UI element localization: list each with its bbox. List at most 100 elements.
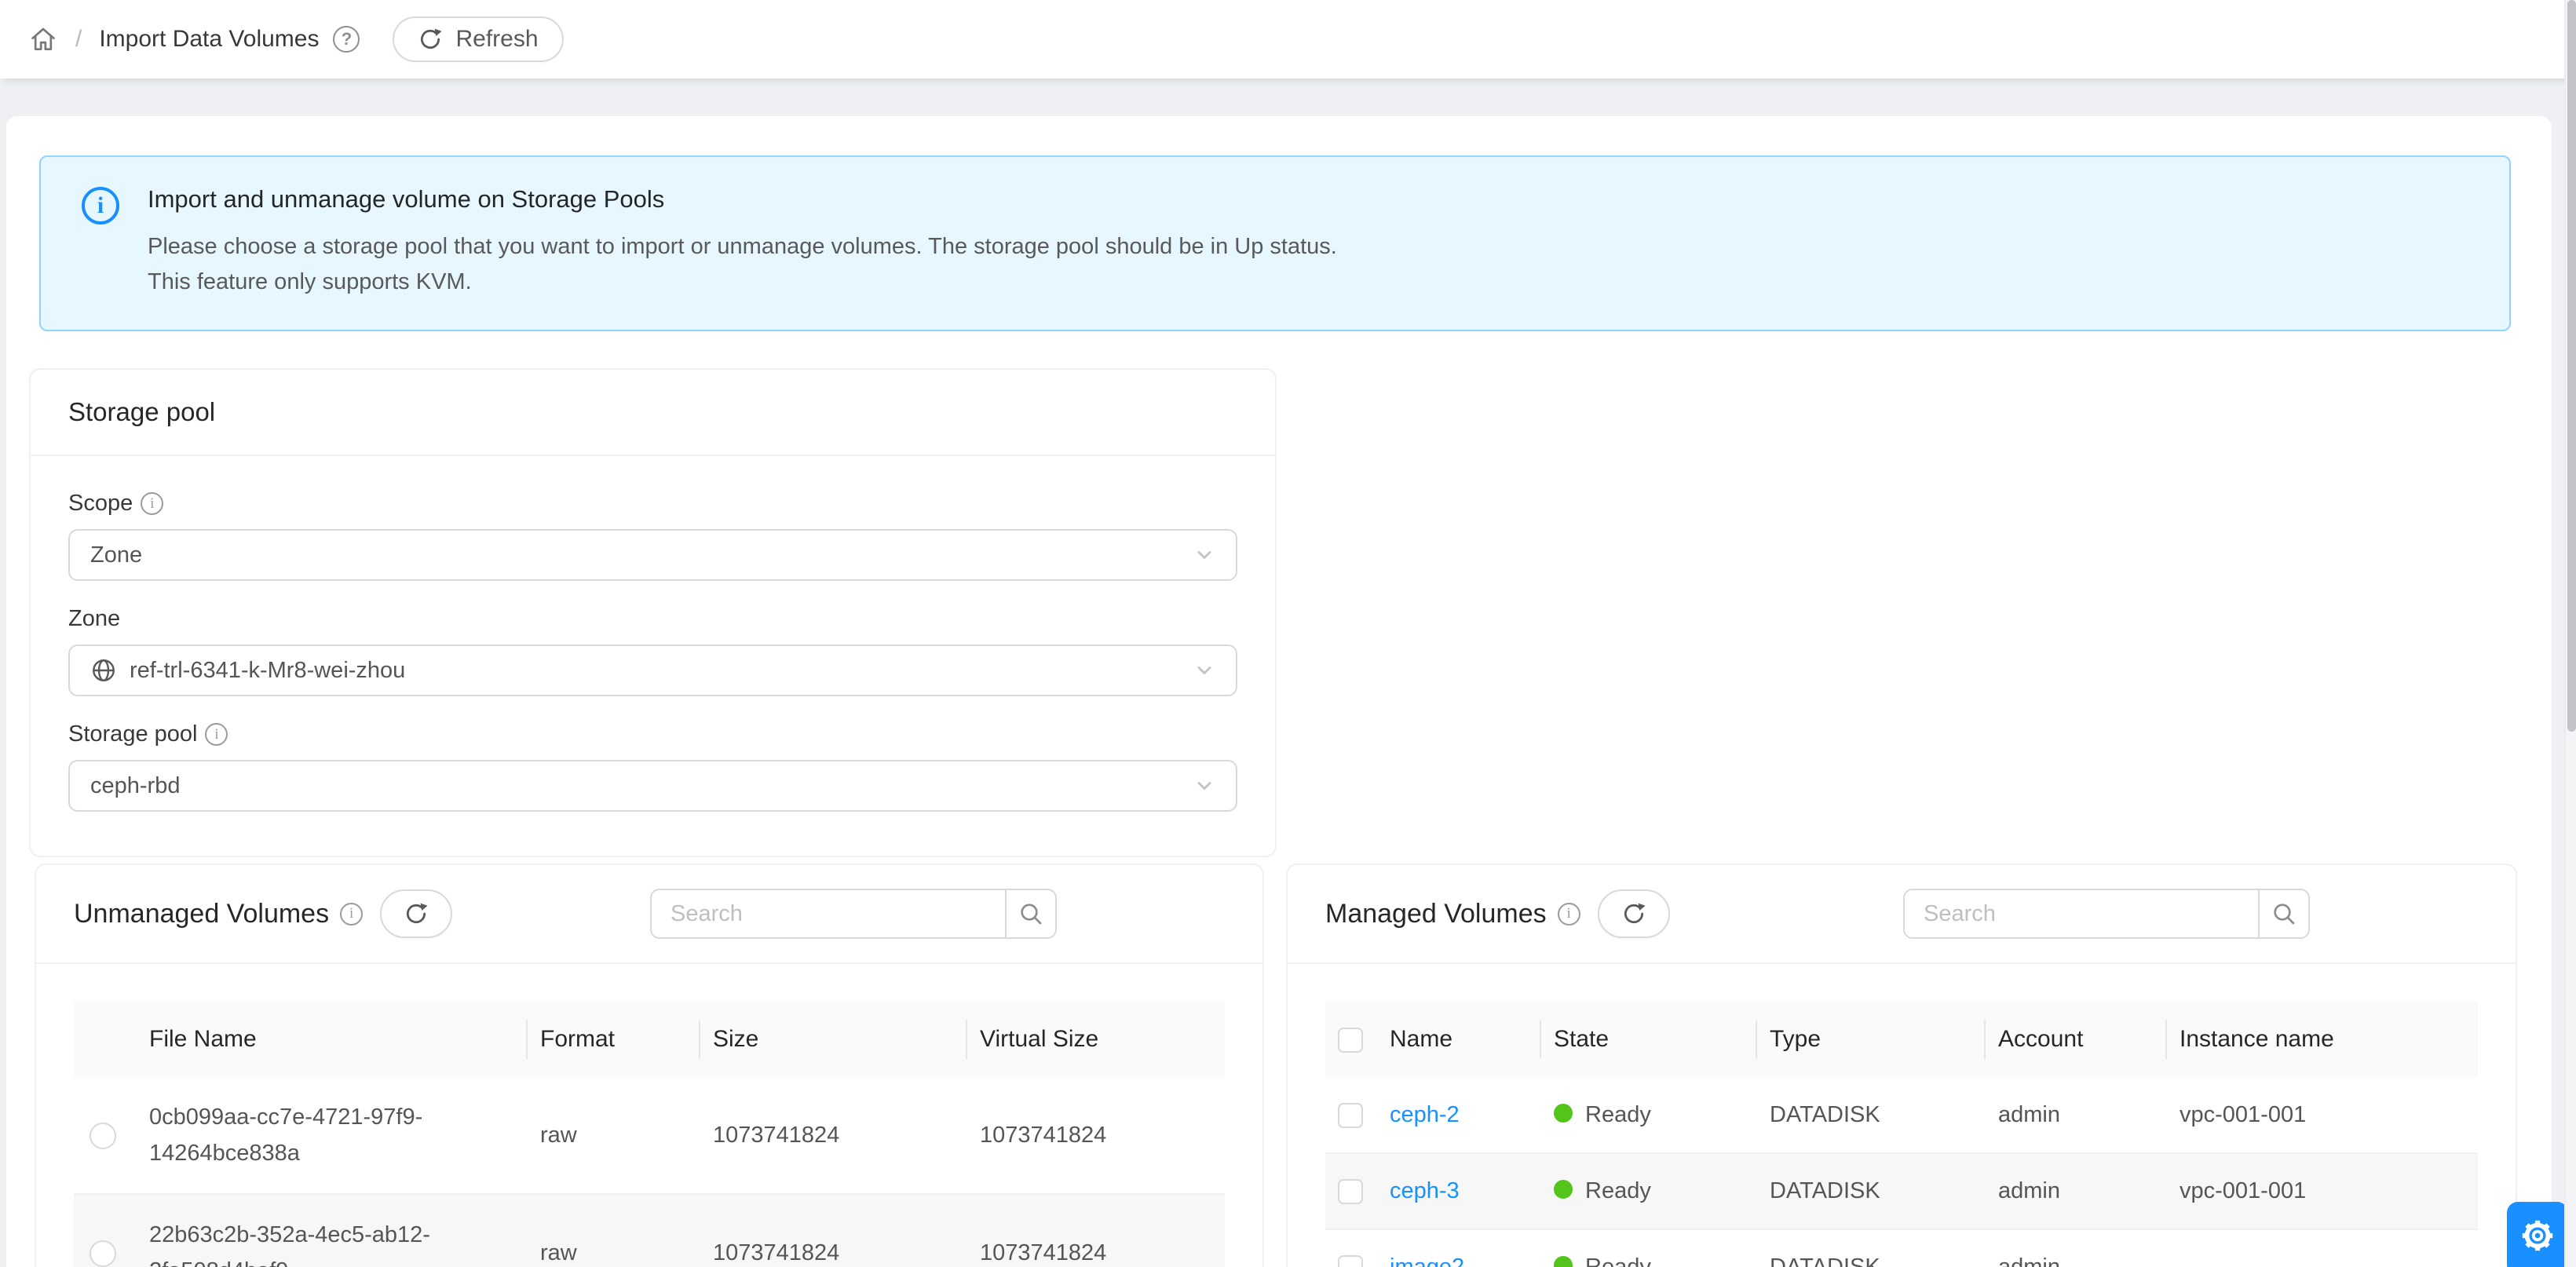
- unmanaged-search-button[interactable]: [1005, 889, 1057, 939]
- managed-refresh-button[interactable]: [1598, 889, 1670, 938]
- state-label: Ready: [1585, 1254, 1651, 1267]
- table-header-row: Name State Type Account Instance name: [1325, 1002, 2478, 1077]
- cell-file-name: 22b63c2b-352a-4ec5-ab12-2fa508d4baf9: [137, 1194, 528, 1267]
- pool-info-icon[interactable]: [205, 723, 228, 746]
- column-header-account: Account: [1986, 1002, 2167, 1077]
- unmanaged-search-input[interactable]: [650, 889, 1007, 939]
- scope-info-icon[interactable]: [141, 492, 163, 515]
- search-icon: [2271, 901, 2296, 926]
- storage-pool-card-title: Storage pool: [31, 370, 1275, 456]
- column-header-format: Format: [528, 1002, 700, 1077]
- cell-virtual-size: 1073741824: [967, 1194, 1225, 1267]
- radio-column-header: [74, 1002, 137, 1077]
- managed-volumes-card: Managed Volumes: [1286, 864, 2517, 1267]
- column-header-virtual-size: Virtual Size: [967, 1002, 1225, 1077]
- volumes-sections: Unmanaged Volumes: [35, 864, 2552, 1267]
- info-alert-description: Please choose a storage pool that you wa…: [148, 229, 1337, 300]
- managed-volumes-body: Name State Type Account Instance name ce…: [1288, 1002, 2516, 1267]
- select-all-column-header: [1325, 1002, 1377, 1077]
- managed-search-group: [1903, 889, 2310, 939]
- state-label: Ready: [1585, 1102, 1651, 1127]
- unmanaged-volumes-card: Unmanaged Volumes: [35, 864, 1264, 1267]
- home-icon[interactable]: [28, 24, 58, 54]
- pool-label-row: Storage pool: [68, 721, 1237, 747]
- status-dot-ready: [1554, 1180, 1573, 1199]
- row-checkbox[interactable]: [1338, 1255, 1363, 1267]
- table-row: 22b63c2b-352a-4ec5-ab12-2fa508d4baf9 raw…: [74, 1194, 1225, 1267]
- managed-volumes-table: Name State Type Account Instance name ce…: [1325, 1002, 2478, 1267]
- status-dot-ready: [1554, 1256, 1573, 1267]
- cell-virtual-size: 1073741824: [967, 1077, 1225, 1194]
- chevron-down-icon: [1193, 544, 1215, 566]
- pool-select[interactable]: ceph-rbd: [68, 760, 1237, 812]
- cell-instance-name: [2167, 1229, 2478, 1267]
- scope-label-row: Scope: [68, 491, 1237, 517]
- select-all-checkbox[interactable]: [1338, 1028, 1363, 1053]
- cell-state: Ready: [1541, 1229, 1757, 1267]
- cell-type: DATADISK: [1757, 1153, 1986, 1229]
- cell-format: raw: [528, 1077, 700, 1194]
- storage-pool-card-body: Scope Zone Zone: [31, 456, 1275, 856]
- cell-size: 1073741824: [700, 1077, 967, 1194]
- status-dot-ready: [1554, 1104, 1573, 1123]
- unmanaged-info-icon[interactable]: [340, 903, 363, 926]
- table-row: image2 Ready DATADISK admin: [1325, 1229, 2478, 1267]
- pool-select-value: ceph-rbd: [90, 773, 180, 799]
- column-header-name: Name: [1377, 1002, 1541, 1077]
- zone-select[interactable]: ref-trl-6341-k-Mr8-wei-zhou: [68, 644, 1237, 696]
- help-icon[interactable]: [333, 26, 360, 53]
- volume-name-link[interactable]: image2: [1390, 1254, 1464, 1267]
- cell-type: DATADISK: [1757, 1077, 1986, 1153]
- unmanaged-search-group: [650, 889, 1057, 939]
- refresh-button[interactable]: Refresh: [393, 16, 563, 62]
- globe-icon: [90, 657, 117, 684]
- zone-select-value: ref-trl-6341-k-Mr8-wei-zhou: [130, 658, 405, 684]
- reload-icon: [404, 901, 429, 926]
- table-header-row: File Name Format Size Virtual Size: [74, 1002, 1225, 1077]
- column-header-size: Size: [700, 1002, 967, 1077]
- row-radio[interactable]: [90, 1123, 116, 1149]
- settings-fab-button[interactable]: [2507, 1202, 2568, 1267]
- managed-search-input[interactable]: [1903, 889, 2260, 939]
- column-header-instance-name: Instance name: [2167, 1002, 2478, 1077]
- scrollbar[interactable]: [2564, 0, 2576, 1267]
- storage-pool-card: Storage pool Scope Zone Zone: [29, 368, 1277, 857]
- scrollbar-thumb[interactable]: [2567, 0, 2576, 732]
- chevron-down-icon: [1193, 775, 1215, 797]
- row-checkbox[interactable]: [1338, 1179, 1363, 1204]
- cell-account: admin: [1986, 1229, 2167, 1267]
- table-row: ceph-3 Ready DATADISK admin vpc-001-001: [1325, 1153, 2478, 1229]
- cell-format: raw: [528, 1194, 700, 1267]
- volume-name-link[interactable]: ceph-2: [1390, 1102, 1460, 1127]
- volume-name-link[interactable]: ceph-3: [1390, 1178, 1460, 1203]
- column-header-file-name: File Name: [137, 1002, 528, 1077]
- breadcrumb-bar: / Import Data Volumes Refresh: [0, 0, 2576, 79]
- breadcrumb-separator: /: [75, 26, 82, 53]
- chevron-down-icon: [1193, 659, 1215, 681]
- refresh-button-label: Refresh: [455, 26, 538, 53]
- cell-instance-name: vpc-001-001: [2167, 1153, 2478, 1229]
- cell-state: Ready: [1541, 1077, 1757, 1153]
- unmanaged-refresh-button[interactable]: [380, 889, 452, 938]
- unmanaged-volumes-table: File Name Format Size Virtual Size 0cb09…: [74, 1002, 1225, 1267]
- managed-info-icon[interactable]: [1558, 903, 1580, 926]
- page-title: Import Data Volumes: [99, 26, 319, 53]
- managed-search-button[interactable]: [2258, 889, 2310, 939]
- scope-select-value: Zone: [90, 542, 142, 568]
- cell-state: Ready: [1541, 1153, 1757, 1229]
- column-header-type: Type: [1757, 1002, 1986, 1077]
- cell-size: 1073741824: [700, 1194, 967, 1267]
- zone-label: Zone: [68, 606, 120, 632]
- info-alert-line-1: Please choose a storage pool that you wa…: [148, 229, 1337, 265]
- table-row: 0cb099aa-cc7e-4721-97f9-14264bce838a raw…: [74, 1077, 1225, 1194]
- column-header-state: State: [1541, 1002, 1757, 1077]
- row-radio[interactable]: [90, 1240, 116, 1267]
- scope-select[interactable]: Zone: [68, 529, 1237, 581]
- cell-instance-name: vpc-001-001: [2167, 1077, 2478, 1153]
- cell-file-name: 0cb099aa-cc7e-4721-97f9-14264bce838a: [137, 1077, 528, 1194]
- gear-icon: [2519, 1218, 2556, 1254]
- cell-account: admin: [1986, 1077, 2167, 1153]
- row-checkbox[interactable]: [1338, 1103, 1363, 1128]
- info-circle-icon: [82, 187, 119, 225]
- main-content-card: Import and unmanage volume on Storage Po…: [6, 116, 2552, 1267]
